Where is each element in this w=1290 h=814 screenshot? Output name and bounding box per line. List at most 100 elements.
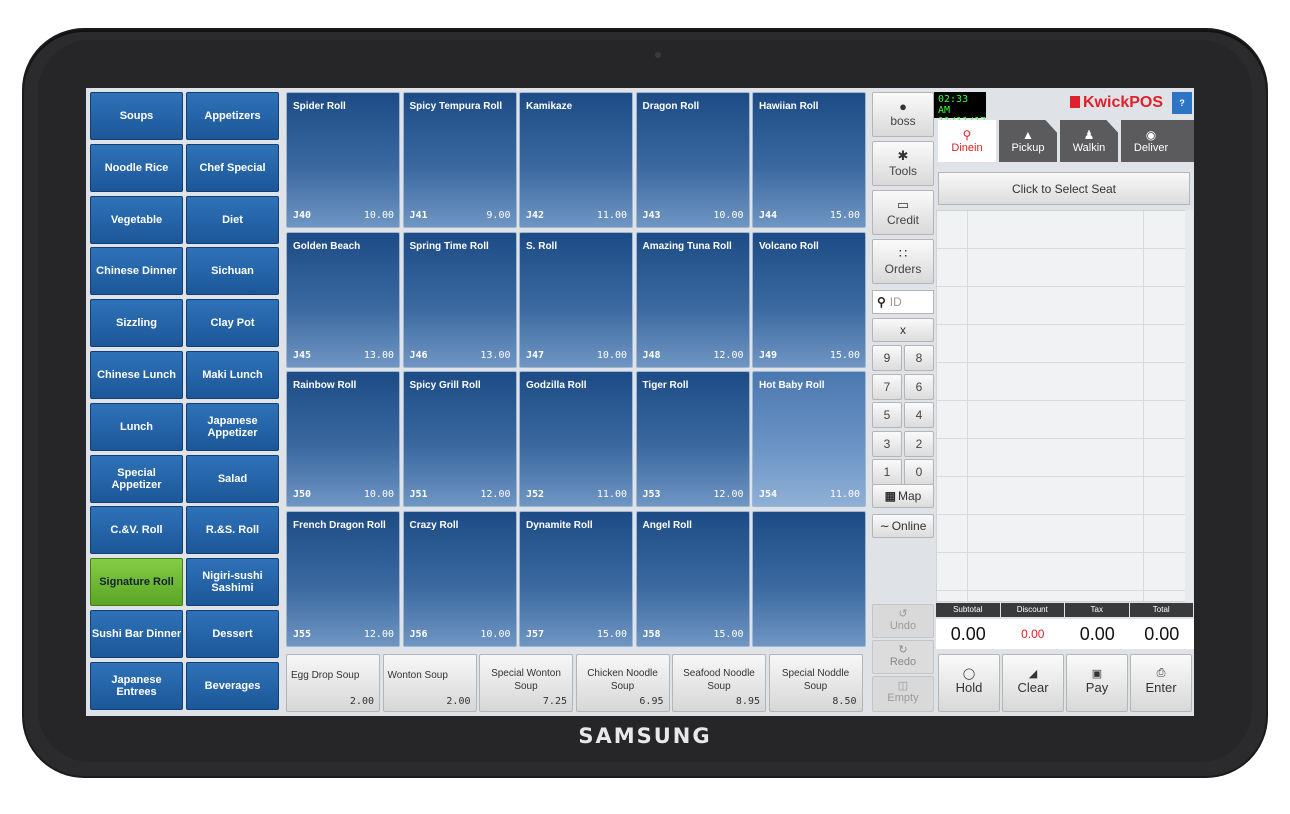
orders-button[interactable]: ∷ Orders bbox=[872, 239, 934, 284]
menu-item-price: 10.00 bbox=[363, 489, 394, 500]
map-button[interactable]: ▦ Map bbox=[872, 484, 934, 508]
menu-item[interactable]: Spicy Tempura Roll J41 9.00 bbox=[402, 92, 517, 228]
menu-item[interactable]: Dragon Roll J43 10.00 bbox=[635, 92, 750, 228]
clear-button[interactable]: ◢ Clear bbox=[1002, 654, 1064, 712]
online-button[interactable]: ∼ Online bbox=[872, 514, 934, 538]
undo-button[interactable]: ↺ Undo bbox=[872, 604, 934, 638]
tab-deliver[interactable]: ◉ Deliver bbox=[1121, 120, 1181, 162]
menu-item[interactable]: Rainbow Roll J50 10.00 bbox=[286, 371, 400, 507]
menu-item[interactable]: Spring Time Roll J46 13.00 bbox=[402, 231, 517, 368]
menu-item-code: J53 bbox=[642, 489, 661, 500]
quick-item-price: 2.00 bbox=[446, 696, 471, 707]
menu-item[interactable]: Angel Roll J58 15.00 bbox=[635, 510, 750, 647]
quick-item-name: Egg Drop Soup bbox=[291, 670, 360, 681]
category-chef-special[interactable]: Chef Special bbox=[186, 143, 279, 192]
credit-button[interactable]: ▭ Credit bbox=[872, 190, 934, 235]
redo-button[interactable]: ↻ Redo bbox=[872, 640, 934, 674]
category-diet[interactable]: Diet bbox=[186, 195, 279, 244]
quick-item-button[interactable]: Wonton Soup 2.00 bbox=[382, 654, 477, 712]
menu-item[interactable]: Amazing Tuna Roll J48 12.00 bbox=[635, 231, 750, 368]
menu-item[interactable]: Spicy Grill Roll J51 12.00 bbox=[402, 371, 517, 507]
category-special-appetizer[interactable]: Special Appetizer bbox=[90, 454, 183, 503]
menu-item-price: 12.00 bbox=[713, 489, 744, 500]
tools-button[interactable]: ✱ Tools bbox=[872, 141, 934, 186]
category-maki-lunch[interactable]: Maki Lunch bbox=[186, 351, 279, 399]
keypad-key[interactable]: 5 bbox=[872, 402, 902, 428]
tab-walkin[interactable]: ♟ Walkin bbox=[1060, 120, 1118, 162]
keypad-key[interactable]: 7 bbox=[872, 373, 902, 400]
quick-item-button[interactable]: Egg Drop Soup 2.00 bbox=[286, 654, 380, 712]
keypad-key[interactable]: 9 bbox=[872, 345, 902, 371]
category-signature-roll[interactable]: Signature Roll bbox=[90, 558, 183, 607]
category-japanese-entrees[interactable]: Japanese Entrees bbox=[90, 661, 183, 710]
category-clay-pot[interactable]: Clay Pot bbox=[186, 299, 279, 348]
keypad-key[interactable]: 1 bbox=[872, 459, 902, 485]
quick-item-button[interactable]: Seafood Noodle Soup 8.95 bbox=[672, 654, 766, 712]
menu-item-code: J41 bbox=[409, 210, 428, 221]
category-salad[interactable]: Salad bbox=[186, 454, 279, 503]
keypad-key[interactable]: 2 bbox=[904, 430, 934, 457]
tab-dinein[interactable]: ⚲ Dinein bbox=[938, 120, 996, 162]
menu-item[interactable]: French Dragon Roll J55 12.00 bbox=[286, 510, 400, 647]
empty-button[interactable]: ◫ Empty bbox=[872, 676, 934, 712]
category-nigiri-sushi-sashimi[interactable]: Nigiri-sushi Sashimi bbox=[186, 558, 279, 607]
menu-item[interactable]: Tiger Roll J53 12.00 bbox=[635, 371, 750, 507]
menu-item-code: J44 bbox=[759, 210, 778, 221]
category-sushi-bar-dinner[interactable]: Sushi Bar Dinner bbox=[90, 610, 183, 658]
menu-item[interactable]: Crazy Roll J56 10.00 bbox=[402, 510, 517, 647]
category-sichuan[interactable]: Sichuan bbox=[186, 247, 279, 296]
menu-item[interactable]: Hawiian Roll J44 15.00 bbox=[752, 92, 866, 228]
quick-item-button[interactable]: Special Wonton Soup 7.25 bbox=[479, 654, 573, 712]
user-button[interactable]: ● boss bbox=[872, 92, 934, 137]
menu-item-name: S. Roll bbox=[526, 240, 558, 252]
keypad-key[interactable]: 3 bbox=[872, 430, 902, 457]
menu-item[interactable]: Volcano Roll J49 15.00 bbox=[752, 231, 866, 368]
keypad-key[interactable]: 8 bbox=[904, 345, 934, 371]
keypad-key[interactable]: 0 bbox=[904, 459, 934, 485]
menu-item[interactable]: Dynamite Roll J57 15.00 bbox=[519, 510, 633, 647]
quick-item-name: Wonton Soup bbox=[387, 670, 448, 681]
category-c-v-roll[interactable]: C.&V. Roll bbox=[90, 506, 183, 555]
menu-item-name: Golden Beach bbox=[293, 240, 361, 252]
total-value: 0.00 bbox=[1144, 624, 1180, 644]
menu-item[interactable]: Golden Beach J45 13.00 bbox=[286, 231, 400, 368]
category-beverages[interactable]: Beverages bbox=[186, 661, 279, 710]
ticket-scrollbar[interactable] bbox=[1185, 210, 1193, 602]
category-dessert[interactable]: Dessert bbox=[186, 610, 279, 658]
category-japanese-appetizer[interactable]: Japanese Appetizer bbox=[186, 402, 279, 451]
menu-item-price: 11.00 bbox=[829, 489, 860, 500]
order-ticket-list[interactable] bbox=[936, 210, 1186, 602]
menu-item[interactable]: Spider Roll J40 10.00 bbox=[286, 92, 400, 228]
menu-item[interactable]: S. Roll J47 10.00 bbox=[519, 231, 633, 368]
menu-item[interactable]: Godzilla Roll J52 11.00 bbox=[519, 371, 633, 507]
menu-item[interactable]: Kamikaze J42 11.00 bbox=[519, 92, 633, 228]
quick-item-button[interactable]: Chicken Noodle Soup 6.95 bbox=[575, 654, 670, 712]
menu-item-name: Kamikaze bbox=[526, 101, 573, 112]
category-soups[interactable]: Soups bbox=[90, 92, 183, 140]
pay-button[interactable]: ▣ Pay bbox=[1066, 654, 1128, 712]
category-r-s-roll[interactable]: R.&S. Roll bbox=[186, 506, 279, 555]
menu-item-code: J40 bbox=[293, 210, 312, 221]
menu-item-empty[interactable] bbox=[752, 510, 866, 647]
category-vegetable[interactable]: Vegetable bbox=[90, 195, 183, 244]
menu-item-code: J50 bbox=[293, 489, 312, 500]
help-button[interactable]: ? bbox=[1172, 92, 1192, 114]
clear-key[interactable]: x bbox=[872, 318, 934, 342]
order-id-input[interactable]: ⚲ ID bbox=[872, 290, 934, 314]
keypad-key[interactable]: 4 bbox=[904, 402, 934, 428]
category-appetizers[interactable]: Appetizers bbox=[186, 92, 279, 140]
category-sizzling[interactable]: Sizzling bbox=[90, 299, 183, 348]
menu-item-price: 13.00 bbox=[363, 349, 394, 361]
category-chinese-dinner[interactable]: Chinese Dinner bbox=[90, 247, 183, 296]
tab-pickup[interactable]: ▲ Pickup bbox=[999, 120, 1057, 162]
menu-item-name: Angel Roll bbox=[642, 519, 692, 531]
keypad-key[interactable]: 6 bbox=[904, 373, 934, 400]
select-seat-button[interactable]: Click to Select Seat bbox=[938, 172, 1190, 205]
enter-button[interactable]: ⎙ Enter bbox=[1130, 654, 1192, 712]
quick-item-button[interactable]: Special Noddle Soup 8.50 bbox=[768, 654, 863, 712]
hold-button[interactable]: ◯ Hold bbox=[938, 654, 1000, 712]
menu-item[interactable]: Hot Baby Roll J54 11.00 bbox=[752, 371, 866, 507]
category-chinese-lunch[interactable]: Chinese Lunch bbox=[90, 351, 183, 399]
category-lunch[interactable]: Lunch bbox=[90, 402, 183, 451]
category-noodle-rice[interactable]: Noodle Rice bbox=[90, 143, 183, 192]
